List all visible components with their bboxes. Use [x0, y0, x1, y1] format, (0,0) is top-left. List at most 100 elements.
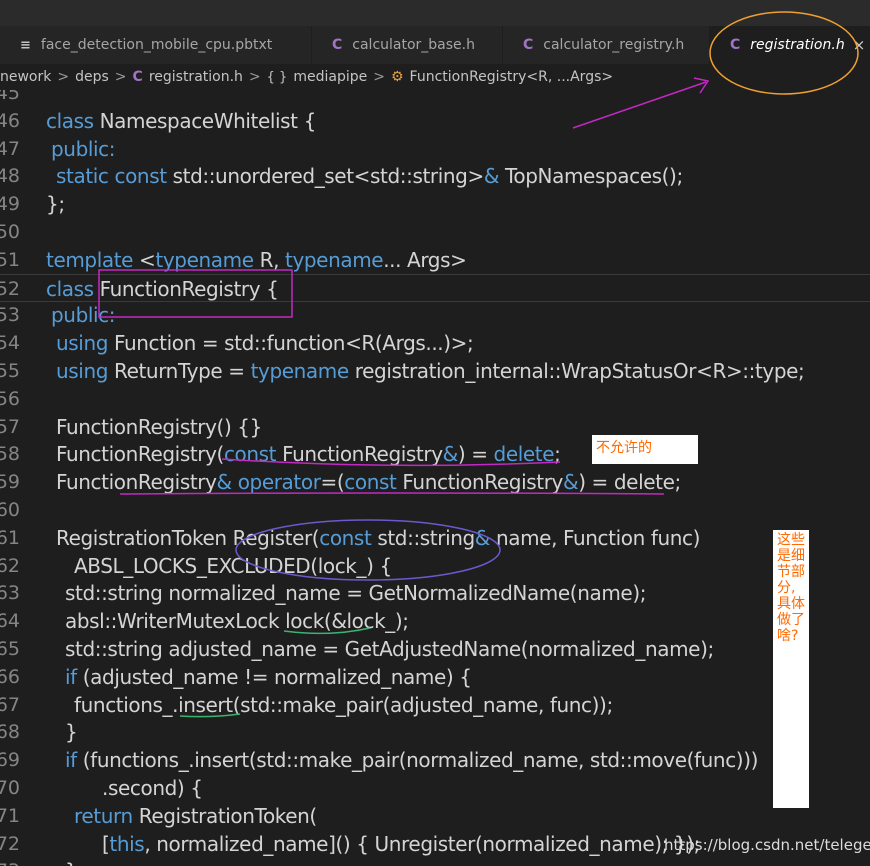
code-text: FunctionRegistry(const FunctionRegistry&… [56, 440, 561, 468]
watermark: https://blog.csdn.net/teleger [664, 836, 870, 854]
code-keyword: template [46, 247, 134, 272]
code-token: < [133, 247, 156, 272]
code-token: registration_internal::WrapStatusOr<R>::… [348, 359, 805, 383]
code-line[interactable]: 64 absl::WriterMutexLock lock(&lock_); [0, 607, 870, 635]
line-number: 59 [0, 471, 20, 494]
code-token: } [65, 720, 78, 745]
code-keyword: & [562, 470, 579, 495]
code-line[interactable]: 48 static const std::unordered_set<std::s… [0, 162, 870, 190]
code-token: FunctionRegistry( [56, 442, 224, 467]
code-token: FunctionRegistry [56, 470, 217, 495]
line-number: 66 [0, 665, 20, 688]
code-token: FunctionRegistry() {} [56, 414, 262, 439]
code-line[interactable]: 61 RegistrationToken Register(const std::… [0, 524, 870, 552]
line-number: 61 [0, 526, 20, 549]
line-number: 71 [0, 804, 20, 827]
code-keyword: using [56, 331, 109, 356]
code-line[interactable]: 49}; [0, 190, 870, 218]
breadcrumb-item-namespace[interactable]: mediapipe [293, 69, 367, 85]
code-line[interactable]: 53 public: [0, 301, 870, 329]
code-token: (adjusted_name != normalized_name) { [76, 664, 472, 689]
code-keyword: const [344, 470, 397, 495]
line-number: 45 [0, 90, 20, 104]
annotation-note-not-allowed: 不允许的 [592, 435, 698, 464]
code-token: Function = std::function<R(Args...)>; [108, 331, 474, 356]
code-text: template <typename R, typename... Args> [46, 246, 467, 274]
line-number: 72 [0, 832, 20, 855]
code-token: std::string [371, 525, 475, 550]
line-number: 48 [0, 165, 20, 188]
code-text: using ReturnType = typename registration… [56, 357, 805, 385]
code-text: using Function = std::function<R(Args...… [56, 329, 474, 357]
code-line[interactable]: 66 if (adjusted_name != normalized_name) … [0, 663, 870, 691]
code-editor[interactable]: 45 46 class NamespaceWhitelist {47 public: 4… [0, 90, 870, 866]
code-line[interactable]: 69 if (functions_.insert(std::make_pair(n… [0, 746, 870, 774]
breadcrumb-item-framework[interactable]: nework [0, 69, 51, 85]
code-keyword: typename [250, 359, 350, 383]
code-text: [this, normalized_name]() { Unregister(n… [102, 830, 700, 858]
close-icon[interactable]: × [853, 36, 866, 54]
code-line[interactable]: 57 FunctionRegistry() {} [0, 413, 870, 441]
code-text: class NamespaceWhitelist { [46, 107, 316, 135]
code-text: return RegistrationToken( [74, 802, 317, 830]
code-keyword: & [442, 442, 459, 467]
namespace-icon: { } [266, 69, 288, 85]
code-line[interactable]: 60 [0, 496, 870, 524]
code-line[interactable]: 47 public: [0, 135, 870, 163]
code-line[interactable]: 63 std::string normalized_name = GetNorma… [0, 579, 870, 607]
code-keyword: if [65, 664, 77, 689]
code-token: TopNamespaces(); [499, 164, 683, 189]
code-line[interactable]: 59 FunctionRegistry& operator=(const Func… [0, 468, 870, 496]
code-line[interactable]: 54 using Function = std::function<R(Args.… [0, 329, 870, 357]
code-token: std::string normalized_name = GetNormali… [65, 581, 647, 606]
code-keyword: typename [155, 247, 254, 272]
tab-calculator-base[interactable]: C calculator_base.h [312, 26, 503, 64]
tab-label: face_detection_mobile_cpu.pbtxt [40, 37, 273, 53]
line-number: 65 [0, 638, 20, 660]
line-number: 62 [0, 554, 20, 577]
breadcrumb-item-deps[interactable]: deps [75, 69, 109, 85]
code-line[interactable]: 51 template <typename R, typename... Args… [0, 246, 870, 274]
code-line[interactable]: 45 [0, 90, 870, 107]
code-line[interactable]: 56 [0, 385, 870, 413]
code-line[interactable]: 67 functions_.insert(std::make_pair(adjus… [0, 691, 870, 719]
code-keyword: & operator [216, 470, 321, 495]
code-line[interactable]: 68} [0, 718, 870, 746]
breadcrumb-item-file[interactable]: registration.h [149, 69, 243, 85]
code-token: FunctionRegistry [276, 442, 443, 467]
code-token: ReturnType = [108, 359, 251, 383]
line-number: 56 [0, 387, 20, 410]
code-token: RegistrationToken Register( [56, 525, 320, 550]
code-line[interactable]: 73} [0, 857, 870, 866]
line-number: 67 [0, 693, 20, 716]
code-line[interactable]: 70 .second) { [0, 774, 870, 802]
code-token: ) = delete; [578, 470, 681, 495]
line-number: 64 [0, 610, 20, 633]
code-text: static const std::unordered_set<std::str… [56, 162, 683, 190]
code-line[interactable]: 46 class NamespaceWhitelist { [0, 107, 870, 135]
code-token: FunctionRegistry [396, 470, 563, 495]
annotation-note-details: 这些是细节部分,具体做了啥? [773, 530, 809, 808]
breadcrumb-item-class[interactable]: FunctionRegistry<R, ...Args> [410, 69, 614, 85]
code-line[interactable]: 50 [0, 218, 870, 246]
code-line[interactable]: 71 return RegistrationToken( [0, 802, 870, 830]
code-line[interactable]: 52 class FunctionRegistry { [0, 273, 870, 302]
code-text: ABSL_LOCKS_EXCLUDED(lock_) { [74, 552, 392, 580]
c-file-icon: C [523, 37, 534, 53]
breadcrumb: nework > deps > C registration.h > { } m… [0, 64, 870, 90]
code-line[interactable]: 55 using ReturnType = typename registrati… [0, 357, 870, 385]
code-token: name, Function func) [490, 525, 701, 550]
line-number: 54 [0, 332, 20, 355]
tab-calculator-registry[interactable]: C calculator_registry.h [503, 26, 710, 64]
code-line[interactable]: 58 FunctionRegistry(const FunctionRegistr… [0, 440, 870, 468]
tab-face-detection[interactable]: ≡ face_detection_mobile_cpu.pbtxt [0, 26, 312, 64]
code-line[interactable]: 65 std::string adjusted_name = GetAdjuste… [0, 635, 870, 663]
code-line[interactable]: 62 ABSL_LOCKS_EXCLUDED(lock_) { [0, 552, 870, 580]
tab-registration[interactable]: C registration.h × [710, 26, 870, 64]
class-icon: ⚙ [390, 69, 404, 85]
chevron-right-icon: > [373, 69, 385, 85]
code-keyword: & [483, 164, 500, 189]
c-file-icon: C [332, 37, 343, 53]
code-keyword: class [46, 108, 94, 133]
code-keyword: public: [51, 136, 116, 161]
